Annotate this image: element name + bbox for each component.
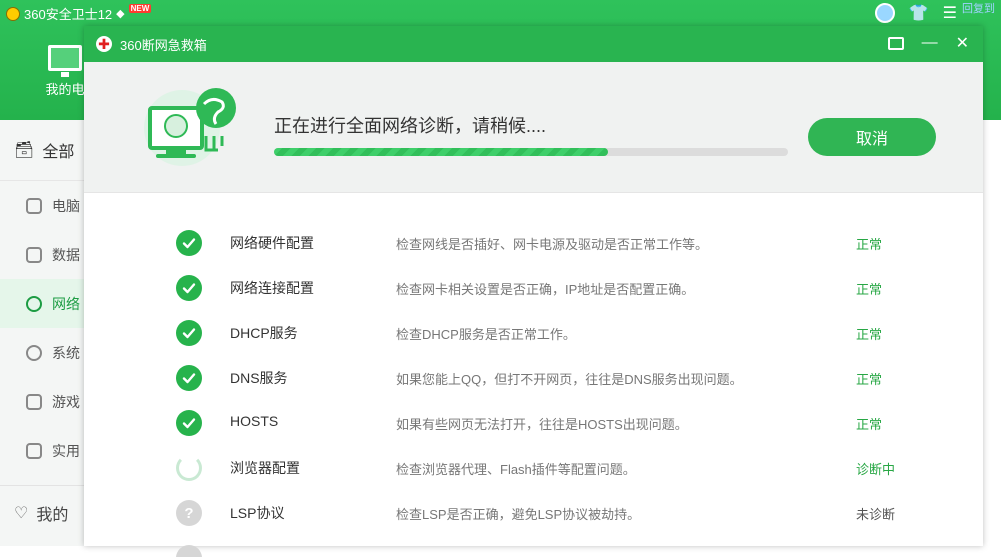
sidebar-item-label: 系统 [52,344,80,361]
sidebar-footer-label: 我的 [36,507,69,524]
close-icon[interactable]: ✕ [956,33,969,53]
check-item-row: 网络硬件配置 检查网线是否插好、网卡电源及驱动是否正常工作等。 正常 [84,222,983,267]
question-icon: ? [176,500,202,526]
check-item-row: 浏览器配置 检查浏览器代理、Flash插件等配置问题。 诊断中 [84,447,983,492]
question-icon [176,545,202,557]
360-logo-icon [6,6,20,21]
menu-icon[interactable]: ☰ [943,3,957,23]
check-circle-icon [176,275,202,301]
sidebar-item-pc[interactable]: 电脑 [0,181,85,230]
shield-icon [26,246,42,263]
check-item-status: 正常 [856,417,883,432]
ad-link[interactable]: 回复到 [962,0,995,16]
check-circle-icon [176,410,202,436]
avatar[interactable] [874,3,895,23]
sidebar-head-label: 全部 [42,144,75,161]
check-item-status: 未诊断 [856,507,896,522]
check-list: 网络硬件配置 检查网线是否插好、网卡电源及驱动是否正常工作等。 正常 网络连接配置 检查… [84,222,983,557]
check-item-name: HOSTS [230,413,279,429]
check-item-row: DHCP服务 检查DHCP服务是否正常工作。 正常 [84,312,983,357]
diagnosis-status-text: 正在进行全面网络诊断，请稍候.... [274,116,547,136]
check-item-row: ? LSP协议 检查LSP是否正确，避免LSP协议被劫持。 未诊断 [84,492,983,537]
first-aid-icon: ✚ [96,36,112,52]
check-item-description: 如果您能上QQ，但打不开网页，往往是DNS服务出现问题。 [396,372,743,387]
check-item-status: 正常 [856,327,883,342]
check-item-status: 诊断中 [856,462,896,477]
cancel-button[interactable]: 取消 [808,118,936,156]
sidebar-item-data[interactable]: 数据 [0,230,85,279]
diagnosis-header: 正在进行全面网络诊断，请稍候.... 取消 [84,62,983,193]
check-item-name: 网络硬件配置 [230,235,314,251]
diagnosis-progress-bar [274,148,788,156]
check-item-description: 检查LSP是否正确，避免LSP协议被劫持。 [396,507,641,522]
app-title: 360安全卫士12 [24,7,113,22]
check-item-name: DNS服务 [230,370,288,386]
sidebar-item-utility[interactable]: 实用 [0,426,85,475]
toolbox-icon: 🗃 [14,142,35,159]
check-item-description: 检查网卡相关设置是否正确，IP地址是否配置正确。 [396,282,695,297]
check-item-name: 浏览器配置 [230,460,300,476]
sidebar-item-label: 游戏 [52,393,80,410]
check-item-description: 检查网线是否插好、网卡电源及驱动是否正常工作等。 [396,237,709,252]
sidebar-item-label: 电脑 [52,197,80,214]
pc-icon [26,197,42,214]
check-item-row: DNS服务 如果您能上QQ，但打不开网页，往往是DNS服务出现问题。 正常 [84,357,983,402]
my-pc-label: 我的电 [45,82,85,97]
progress-fill [274,148,609,156]
check-item-row-partial [84,537,983,557]
dialog-titlebar[interactable]: ✚ 360断网急救箱 — ✕ [84,26,983,62]
sidebar-item-label: 数据 [52,246,80,263]
gear-icon [26,344,42,361]
check-item-description: 检查浏览器代理、Flash插件等配置问题。 [396,462,636,477]
sidebar-item-game[interactable]: 游戏 [0,377,85,426]
new-badge: NEW [128,4,152,13]
app-title-bar: 360安全卫士12 ◆ NEW [6,4,152,23]
check-item-name: DHCP服务 [230,325,298,341]
check-item-name: 网络连接配置 [230,280,314,296]
check-item-row: HOSTS 如果有些网页无法打开，往往是HOSTS出现问题。 正常 [84,402,983,447]
check-item-status: 正常 [856,282,883,297]
wrench-icon [26,442,42,459]
sidebar-item-system[interactable]: 系统 [0,328,85,377]
check-circle-icon [176,365,202,391]
shirt-icon[interactable]: 👕 [909,3,929,23]
check-item-status: 正常 [856,372,883,387]
check-item-description: 如果有些网页无法打开，往往是HOSTS出现问题。 [396,417,688,432]
check-item-status: 正常 [856,237,883,252]
sidebar-item-network[interactable]: 网络 [0,279,85,328]
dialog-window-controls: — ✕ [887,33,969,53]
sidebar-item-label: 网络 [52,295,80,312]
network-monitor-icon [144,88,236,166]
heart-icon: ♡ [14,505,29,522]
minimize-icon[interactable]: — [922,34,938,52]
sidebar-head[interactable]: 🗃 全部 [0,120,85,181]
monitor-icon [48,45,82,77]
sidebar-item-label: 实用 [52,442,80,459]
check-circle-icon [176,230,202,256]
check-item-row: 网络连接配置 检查网卡相关设置是否正确，IP地址是否配置正确。 正常 [84,267,983,312]
sidebar-footer[interactable]: ♡ 我的 [0,485,85,540]
network-icon [26,295,42,312]
app-sidebar: 🗃 全部 电脑 数据 网络 系统 游戏 实用 ♡ 我的 [0,120,86,546]
check-item-name: LSP协议 [230,505,285,521]
check-item-description: 检查DHCP服务是否正常工作。 [396,327,576,342]
network-rescue-dialog: ✚ 360断网急救箱 — ✕ 正在进行全面网络诊断，请稍候.... 取消 网络硬… [84,26,983,557]
gamepad-icon [26,393,42,410]
loading-spinner-icon [176,455,202,481]
diamond-icon: ◆ [116,8,125,20]
check-circle-icon [176,320,202,346]
feedback-icon[interactable] [887,36,904,50]
dialog-title: 360断网急救箱 [120,37,207,53]
